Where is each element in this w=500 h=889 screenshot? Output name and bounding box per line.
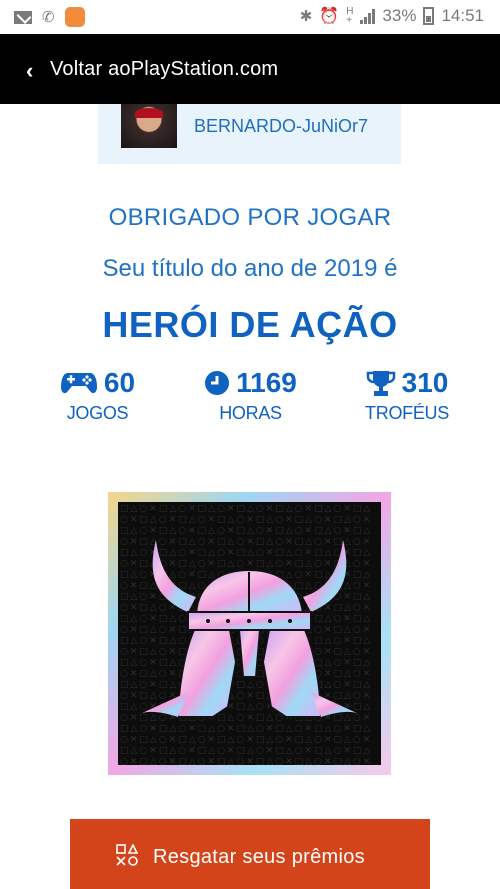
user-card: BERNARDO-JuNiOr7 bbox=[98, 104, 401, 164]
title-intro: Seu título do ano de 2019 é bbox=[102, 255, 398, 282]
mail-icon bbox=[14, 10, 32, 24]
stat-hours: 1169 HORAS bbox=[188, 367, 313, 427]
back-bar[interactable]: ‹ Voltar aoPlayStation.com bbox=[0, 34, 500, 104]
chevron-left-icon[interactable]: ‹ bbox=[26, 58, 33, 84]
signal-icon bbox=[360, 8, 376, 24]
title-badge: □△○✕□△○✕□△○✕□△○✕□△○✕□△○✕□△○✕□△○✕□△○✕□△○✕… bbox=[108, 492, 391, 775]
voicemail-icon: ✆ bbox=[42, 9, 55, 26]
gamepad-icon bbox=[60, 373, 97, 394]
app-notification-icon bbox=[64, 7, 85, 27]
hours-label: HORAS bbox=[219, 403, 282, 423]
avatar bbox=[121, 104, 177, 148]
trophies-label: TROFÉUS bbox=[365, 403, 449, 423]
hours-count: 1169 bbox=[236, 367, 297, 398]
redeem-rewards-label[interactable]: Resgatar seus prêmios bbox=[153, 846, 365, 869]
thanks-heading: OBRIGADO POR JOGAR bbox=[108, 204, 392, 231]
username: BERNARDO-JuNiOr7 bbox=[194, 116, 369, 136]
notification-icons: ✆ bbox=[14, 7, 85, 27]
playstation-shapes-icon bbox=[116, 844, 138, 866]
alarm-icon: ⏰ bbox=[319, 8, 340, 25]
stat-trophies: 310 TROFÉUS bbox=[352, 367, 462, 427]
trophy-icon bbox=[366, 370, 395, 396]
clock-icon bbox=[205, 371, 230, 395]
redeem-rewards-button[interactable]: Resgatar seus prêmios bbox=[70, 819, 430, 889]
viking-helmet-icon bbox=[140, 540, 359, 718]
clock-time: 14:51 bbox=[441, 6, 484, 25]
system-icons: ✱ ⏰ H + 33% 14:51 bbox=[300, 6, 484, 26]
games-count: 60 bbox=[103, 367, 136, 398]
stat-games: 60 JOGOS bbox=[50, 367, 145, 427]
battery-icon bbox=[423, 7, 435, 25]
trophies-count: 310 bbox=[401, 367, 449, 398]
battery-percent: 33% bbox=[382, 6, 417, 25]
status-bar: ✆ ✱ ⏰ H + 33% 14:51 bbox=[0, 0, 500, 34]
network-type-icon: H + bbox=[346, 6, 354, 26]
bluetooth-icon: ✱ bbox=[299, 8, 313, 25]
games-label: JOGOS bbox=[66, 403, 129, 423]
year-title: HERÓI DE AÇÃO bbox=[102, 304, 398, 345]
back-link[interactable]: Voltar aoPlayStation.com bbox=[50, 58, 278, 81]
